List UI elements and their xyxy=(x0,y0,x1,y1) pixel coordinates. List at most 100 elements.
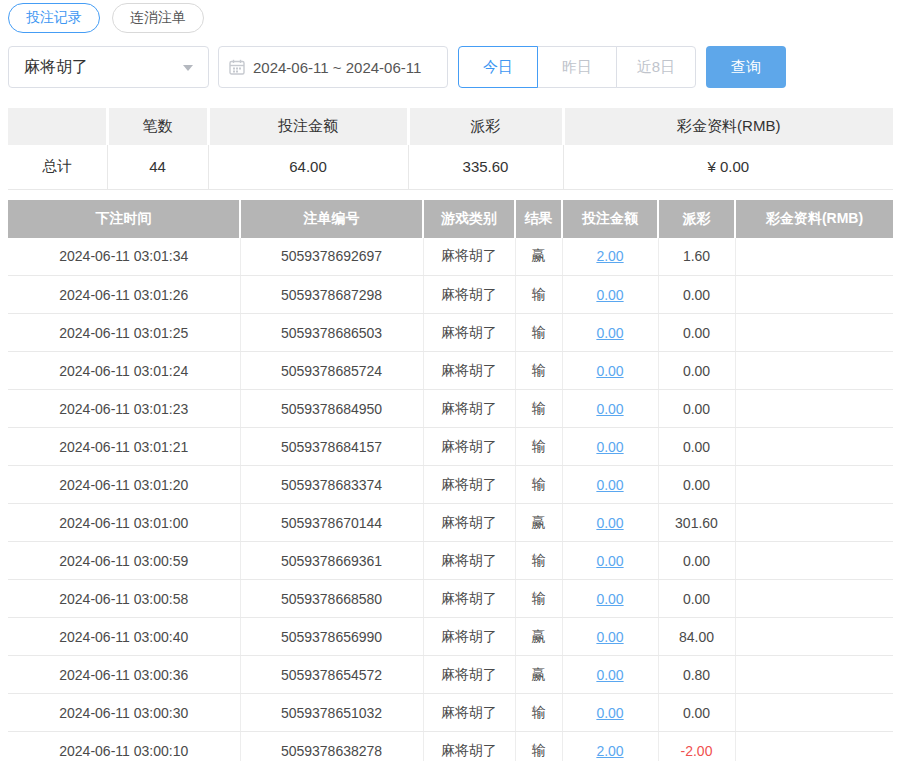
cell-bonus xyxy=(735,428,893,466)
cell-payout: 0.00 xyxy=(658,694,735,732)
cell-bet-time: 2024-06-11 03:00:36 xyxy=(8,656,240,694)
cell-game-type: 麻将胡了 xyxy=(423,504,515,542)
cell-bet-amount: 0.00 xyxy=(562,656,658,694)
cell-bonus xyxy=(735,314,893,352)
cell-payout: 0.00 xyxy=(658,428,735,466)
bet-amount-link[interactable]: 0.00 xyxy=(596,363,623,379)
cell-result: 输 xyxy=(515,694,562,732)
cell-bet-amount: 2.00 xyxy=(562,732,658,761)
cell-result: 赢 xyxy=(515,618,562,656)
cell-result: 输 xyxy=(515,352,562,390)
bet-amount-link[interactable]: 0.00 xyxy=(596,287,623,303)
query-button[interactable]: 查询 xyxy=(706,46,786,88)
cell-game-type: 麻将胡了 xyxy=(423,694,515,732)
header-bet-time: 下注时间 xyxy=(8,200,240,238)
bet-amount-link[interactable]: 2.00 xyxy=(596,743,623,759)
tab-cancelled-orders[interactable]: 连消注单 xyxy=(112,3,204,33)
summary-header-payout: 派彩 xyxy=(408,108,563,145)
bet-amount-link[interactable]: 0.00 xyxy=(596,591,623,607)
cell-game-type: 麻将胡了 xyxy=(423,732,515,761)
cell-bet-amount: 0.00 xyxy=(562,694,658,732)
cell-bet-amount: 0.00 xyxy=(562,542,658,580)
bet-amount-link[interactable]: 0.00 xyxy=(596,477,623,493)
cell-bonus xyxy=(735,694,893,732)
bet-amount-link[interactable]: 0.00 xyxy=(596,629,623,645)
cell-payout: 0.00 xyxy=(658,542,735,580)
last-8-days-button[interactable]: 近8日 xyxy=(616,46,696,88)
cell-game-type: 麻将胡了 xyxy=(423,618,515,656)
cell-bet-time: 2024-06-11 03:01:26 xyxy=(8,276,240,314)
header-game-type: 游戏类别 xyxy=(423,200,515,238)
table-row: 2024-06-11 03:00:59 5059378669361 麻将胡了 输… xyxy=(8,542,893,580)
game-select-value: 麻将胡了 xyxy=(24,57,88,78)
table-row: 2024-06-11 03:01:20 5059378683374 麻将胡了 输… xyxy=(8,466,893,504)
cell-bet-time: 2024-06-11 03:01:24 xyxy=(8,352,240,390)
summary-header-row: 笔数 投注金额 派彩 彩金资料(RMB) xyxy=(8,108,893,145)
table-row: 2024-06-11 03:01:21 5059378684157 麻将胡了 输… xyxy=(8,428,893,466)
today-button[interactable]: 今日 xyxy=(458,46,538,88)
cell-payout: -2.00 xyxy=(658,732,735,761)
cell-order-id: 5059378670144 xyxy=(240,504,423,542)
cell-order-id: 5059378669361 xyxy=(240,542,423,580)
table-header-row: 下注时间 注单编号 游戏类别 结果 投注金额 派彩 彩金资料(RMB) xyxy=(8,200,893,238)
cell-bet-time: 2024-06-11 03:00:40 xyxy=(8,618,240,656)
cell-bonus xyxy=(735,656,893,694)
cell-result: 赢 xyxy=(515,238,562,276)
cell-bet-time: 2024-06-11 03:01:20 xyxy=(8,466,240,504)
page: 投注记录 连消注单 麻将胡了 2024-06-11 ~ 2024-06-11 今… xyxy=(8,0,893,761)
cell-bonus xyxy=(735,390,893,428)
summary-header-empty xyxy=(8,108,107,145)
table-row: 2024-06-11 03:01:25 5059378686503 麻将胡了 输… xyxy=(8,314,893,352)
cell-order-id: 5059378686503 xyxy=(240,314,423,352)
cell-game-type: 麻将胡了 xyxy=(423,238,515,276)
cell-bet-amount: 0.00 xyxy=(562,428,658,466)
cell-bonus xyxy=(735,580,893,618)
summary-total-bet-amount: 64.00 xyxy=(208,145,408,189)
summary-total-count: 44 xyxy=(107,145,208,189)
cell-result: 赢 xyxy=(515,656,562,694)
header-result: 结果 xyxy=(515,200,562,238)
bet-amount-link[interactable]: 0.00 xyxy=(596,553,623,569)
header-bonus: 彩金资料(RMB) xyxy=(735,200,893,238)
table-row: 2024-06-11 03:00:58 5059378668580 麻将胡了 输… xyxy=(8,580,893,618)
cell-game-type: 麻将胡了 xyxy=(423,390,515,428)
cell-bet-time: 2024-06-11 03:00:58 xyxy=(8,580,240,618)
cell-order-id: 5059378651032 xyxy=(240,694,423,732)
table-row: 2024-06-11 03:00:10 5059378638278 麻将胡了 输… xyxy=(8,732,893,761)
bet-amount-link[interactable]: 2.00 xyxy=(596,248,623,264)
summary-header-bet-amount: 投注金额 xyxy=(208,108,408,145)
header-payout: 派彩 xyxy=(658,200,735,238)
cell-result: 输 xyxy=(515,732,562,761)
table-row: 2024-06-11 03:01:24 5059378685724 麻将胡了 输… xyxy=(8,352,893,390)
summary-table: 笔数 投注金额 派彩 彩金资料(RMB) 总计 44 64.00 335.60 … xyxy=(8,108,893,190)
cell-order-id: 5059378656990 xyxy=(240,618,423,656)
cell-bet-time: 2024-06-11 03:01:23 xyxy=(8,390,240,428)
tab-bet-records[interactable]: 投注记录 xyxy=(8,3,100,33)
cell-result: 输 xyxy=(515,580,562,618)
bet-amount-link[interactable]: 0.00 xyxy=(596,667,623,683)
cell-bonus xyxy=(735,352,893,390)
cell-result: 赢 xyxy=(515,504,562,542)
bet-amount-link[interactable]: 0.00 xyxy=(596,325,623,341)
bet-amount-link[interactable]: 0.00 xyxy=(596,515,623,531)
cell-payout: 1.60 xyxy=(658,238,735,276)
bet-amount-link[interactable]: 0.00 xyxy=(596,705,623,721)
cell-bet-time: 2024-06-11 03:00:30 xyxy=(8,694,240,732)
bet-amount-link[interactable]: 0.00 xyxy=(596,439,623,455)
cell-bet-amount: 0.00 xyxy=(562,352,658,390)
cell-result: 输 xyxy=(515,276,562,314)
bet-amount-link[interactable]: 0.00 xyxy=(596,401,623,417)
table-row: 2024-06-11 03:01:00 5059378670144 麻将胡了 赢… xyxy=(8,504,893,542)
cell-game-type: 麻将胡了 xyxy=(423,276,515,314)
cell-order-id: 5059378685724 xyxy=(240,352,423,390)
cell-payout: 0.00 xyxy=(658,352,735,390)
cell-bet-amount: 0.00 xyxy=(562,466,658,504)
cell-order-id: 5059378692697 xyxy=(240,238,423,276)
date-range-input[interactable]: 2024-06-11 ~ 2024-06-11 xyxy=(218,46,448,88)
cell-bet-amount: 0.00 xyxy=(562,314,658,352)
yesterday-button[interactable]: 昨日 xyxy=(537,46,617,88)
cell-payout: 0.00 xyxy=(658,466,735,504)
game-select[interactable]: 麻将胡了 xyxy=(8,46,209,88)
cell-result: 输 xyxy=(515,390,562,428)
cell-order-id: 5059378654572 xyxy=(240,656,423,694)
